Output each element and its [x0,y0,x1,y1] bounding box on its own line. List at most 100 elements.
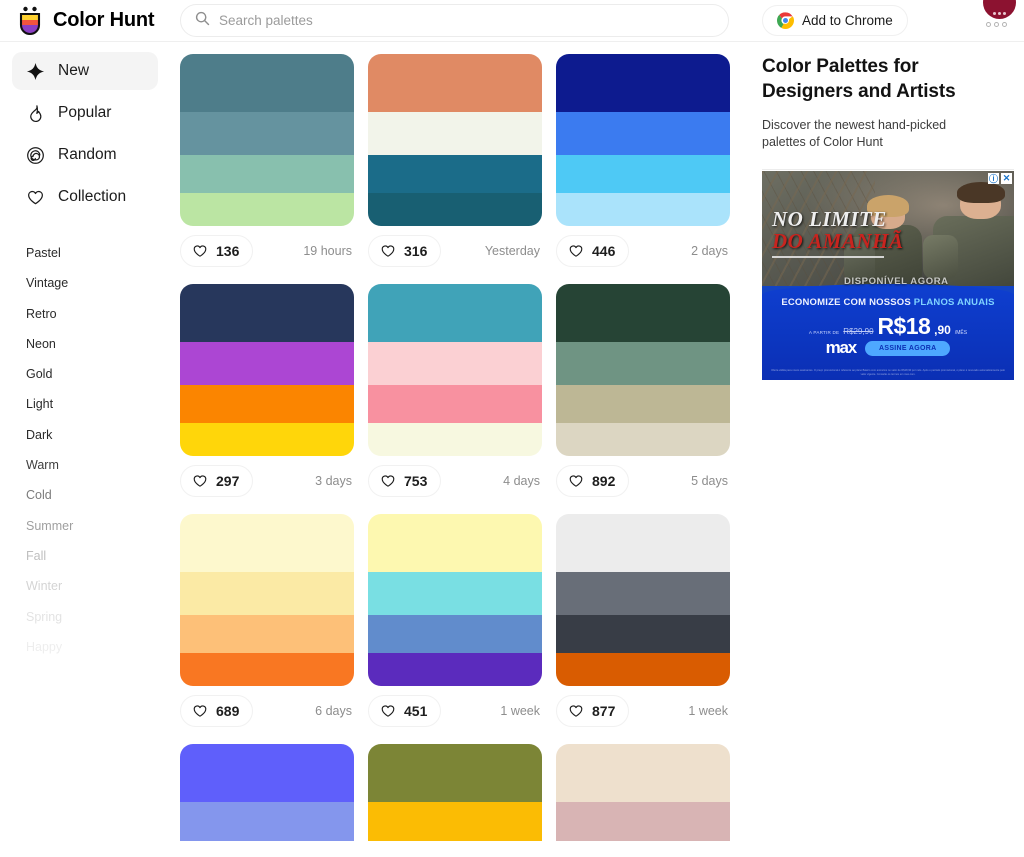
ad-cta-button[interactable]: ASSINE AGORA [865,340,951,356]
palette-color-band[interactable] [556,514,730,573]
palette-color-band[interactable] [556,615,730,654]
like-button[interactable]: 892 [556,465,630,497]
palette-color-band[interactable] [180,54,354,113]
like-count: 316 [404,243,428,259]
like-button[interactable]: 297 [180,465,254,497]
palette-color-band[interactable] [368,514,542,573]
palette-color-band[interactable] [368,385,542,424]
palette-swatches[interactable] [368,514,542,686]
add-to-chrome-button[interactable]: Add to Chrome [762,5,908,36]
palette-color-band[interactable] [368,744,542,803]
palette-color-band[interactable] [368,615,542,654]
palette-color-band[interactable] [180,155,354,194]
palette-color-band[interactable] [368,54,542,113]
tag-summer[interactable]: Summer [26,511,170,541]
like-button[interactable]: 136 [180,235,254,267]
palette-color-band[interactable] [180,385,354,424]
palette-swatches[interactable] [556,744,730,841]
palette-swatches[interactable] [180,744,354,841]
panel-divider [762,169,1014,170]
palette-swatches[interactable] [368,744,542,841]
like-button[interactable]: 451 [368,695,442,727]
like-button[interactable]: 316 [368,235,442,267]
tag-warm[interactable]: Warm [26,450,170,480]
tag-happy[interactable]: Happy [26,632,170,662]
sidebar-label: Random [58,146,117,163]
ad-info-icon[interactable]: ⓘ [988,173,999,184]
three-dots-icon[interactable] [986,22,1007,27]
tag-neon[interactable]: Neon [26,329,170,359]
sidebar-item-random[interactable]: Random [12,136,158,174]
like-button[interactable]: 446 [556,235,630,267]
fire-icon [26,104,45,123]
ad-close-icon[interactable]: ✕ [1001,173,1012,184]
palette-swatches[interactable] [180,284,354,456]
brand-logo[interactable]: Color Hunt [16,6,166,36]
like-count: 451 [404,703,428,719]
sidebar-item-popular[interactable]: Popular [12,94,158,132]
tag-gold[interactable]: Gold [26,359,170,389]
palette-swatches[interactable] [556,514,730,686]
like-button[interactable]: 877 [556,695,630,727]
palette-color-band[interactable] [180,615,354,654]
palette-color-band[interactable] [368,112,542,156]
sidebar-item-collection[interactable]: Collection [12,178,158,216]
palette-color-band[interactable] [180,284,354,343]
palette-swatches[interactable] [368,284,542,456]
palette-color-band[interactable] [368,423,542,456]
palette-age: 5 days [691,474,728,488]
tag-retro[interactable]: Retro [26,299,170,329]
tag-dark[interactable]: Dark [26,420,170,450]
search-bar[interactable] [180,4,729,37]
palette-color-band[interactable] [556,385,730,424]
palette-color-band[interactable] [556,653,730,686]
sidebar-item-new[interactable]: New [12,52,158,90]
palette-color-band[interactable] [180,514,354,573]
advertisement-banner[interactable]: NO LIMITE DO AMANHÃ DISPONÍVEL AGORA ECO… [762,171,1014,380]
palette-color-band[interactable] [368,572,542,616]
palette-color-band[interactable] [368,342,542,386]
palette-color-band[interactable] [180,112,354,156]
search-input[interactable] [219,13,714,28]
palette-color-band[interactable] [556,744,730,803]
palette-color-band[interactable] [368,802,542,841]
palette-color-band[interactable] [180,744,354,803]
palette-color-band[interactable] [556,112,730,156]
palette-color-band[interactable] [556,193,730,226]
spiral-icon [26,146,45,165]
palette-swatches[interactable] [180,514,354,686]
palette-swatches[interactable] [368,54,542,226]
palette-swatches[interactable] [180,54,354,226]
palette-color-band[interactable] [368,193,542,226]
palette-color-band[interactable] [180,193,354,226]
palette-swatches[interactable] [556,54,730,226]
like-button[interactable]: 753 [368,465,442,497]
palette-color-band[interactable] [180,342,354,386]
tag-cold[interactable]: Cold [26,480,170,510]
palette-color-band[interactable] [556,342,730,386]
palette-color-band[interactable] [556,54,730,113]
palette-swatches[interactable] [556,284,730,456]
palette-color-band[interactable] [556,423,730,456]
palette-color-band[interactable] [180,653,354,686]
tag-vintage[interactable]: Vintage [26,268,170,298]
palette-color-band[interactable] [556,155,730,194]
sidebar-label: Popular [58,104,112,121]
palette-color-band[interactable] [368,653,542,686]
palette-color-band[interactable] [180,802,354,841]
palette-color-band[interactable] [180,423,354,456]
tag-winter[interactable]: Winter [26,571,170,601]
palette-color-band[interactable] [556,802,730,841]
palette-color-band[interactable] [556,572,730,616]
top-header: Color Hunt Ad [0,0,1024,41]
tag-light[interactable]: Light [26,389,170,419]
palette-color-band[interactable] [368,284,542,343]
tag-pastel[interactable]: Pastel [26,238,170,268]
like-button[interactable]: 689 [180,695,254,727]
palette-color-band[interactable] [180,572,354,616]
tag-fall[interactable]: Fall [26,541,170,571]
palette-color-band[interactable] [556,284,730,343]
palette-color-band[interactable] [368,155,542,194]
user-avatar[interactable] [983,0,1016,19]
tag-spring[interactable]: Spring [26,602,170,632]
